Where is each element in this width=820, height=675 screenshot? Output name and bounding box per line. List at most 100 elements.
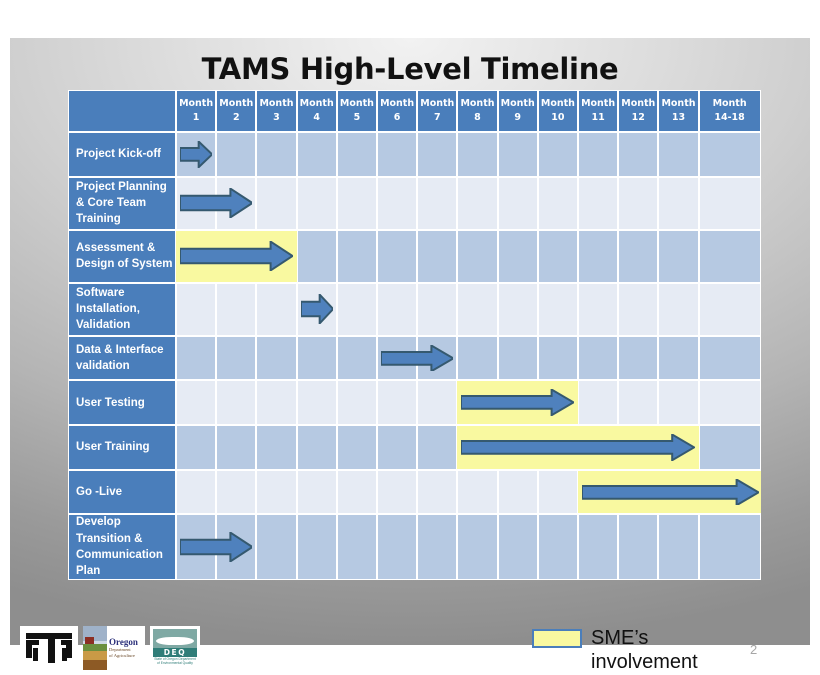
row-label-text: Assessment & Design of System xyxy=(76,241,173,271)
timeline-cell xyxy=(537,282,578,336)
page-title: TAMS High-Level Timeline xyxy=(201,52,619,86)
timeline-cell xyxy=(176,335,217,381)
row-label-text: User Training xyxy=(76,441,150,454)
timeline-cell xyxy=(417,380,458,425)
timeline-cell xyxy=(256,514,297,580)
timeline-cell xyxy=(618,176,659,230)
timeline-cell xyxy=(457,132,498,177)
timeline-cell xyxy=(457,229,498,283)
timeline-cell xyxy=(417,469,458,515)
column-header-line2: 10 xyxy=(551,112,565,123)
column-header-line1: Month xyxy=(540,98,575,110)
timeline-cell xyxy=(256,380,297,425)
gantt-arrow-icon xyxy=(180,241,293,271)
timeline-cell xyxy=(256,335,297,381)
timeline-cell xyxy=(618,132,659,177)
timeline-cell xyxy=(497,514,538,580)
row-label-4: Software Installation, Validation xyxy=(68,282,176,336)
timeline-cell xyxy=(377,514,418,580)
timeline-cell xyxy=(537,176,578,230)
oda-farm-artwork xyxy=(83,626,107,670)
timeline-cell xyxy=(176,425,217,470)
column-header-line2: 6 xyxy=(393,112,401,123)
gantt-arrow-icon xyxy=(381,345,454,372)
timeline-grid: Month 1 Month 2 Month 3 Month 4 Month 5 Month 6 Mont… xyxy=(68,90,772,580)
row-label-6: User Testing xyxy=(68,380,176,425)
timeline-cell xyxy=(176,380,217,425)
column-header-line1: Month xyxy=(661,98,696,110)
column-header-line1: Month xyxy=(299,98,334,110)
timeline-cell xyxy=(578,282,619,336)
gantt-arrow-icon xyxy=(180,188,253,218)
column-header-month-4: Month 4 xyxy=(296,90,337,132)
timeline-cell xyxy=(377,176,418,230)
deq-logo-label: DEQ xyxy=(153,648,197,657)
timeline-cell xyxy=(497,132,538,177)
column-header-line1: Month xyxy=(219,98,254,110)
gantt-arrow-icon xyxy=(461,434,695,461)
timeline-cell xyxy=(658,229,699,283)
row-label-3: Assessment & Design of System xyxy=(68,229,176,283)
timeline-cell xyxy=(377,229,418,283)
timeline-cell xyxy=(256,282,297,336)
legend-label-line1: SME’s xyxy=(591,627,649,649)
column-header-line2: 9 xyxy=(514,112,521,123)
row-label-text: Data & Interface validation xyxy=(76,343,164,373)
timeline-cell xyxy=(658,335,699,381)
timeline-cell xyxy=(377,469,418,515)
timeline-cell xyxy=(417,132,458,177)
timeline-cell xyxy=(336,425,377,470)
column-header-line1: Month xyxy=(259,98,294,110)
oda-logo-line1: Oregon xyxy=(109,636,138,647)
timeline-cell xyxy=(216,282,257,336)
column-header-line1: Month xyxy=(179,98,214,110)
timeline-cell xyxy=(537,514,578,580)
column-header-line2: 12 xyxy=(631,112,645,123)
timeline-table: Month 1 Month 2 Month 3 Month 4 Month 5 Month 6 Mont… xyxy=(68,90,772,580)
timeline-cell xyxy=(578,176,619,230)
timeline-cell xyxy=(296,380,337,425)
column-header-line1: Month xyxy=(500,98,535,110)
row-label-text: User Testing xyxy=(76,396,145,409)
row-label-2: Project Planning & Core Team Training xyxy=(68,176,176,230)
column-header-line2: 13 xyxy=(671,112,686,123)
column-header-month-6: Month 6 xyxy=(377,90,418,132)
timeline-cell xyxy=(336,282,377,336)
legend-label-line2: involvement xyxy=(591,651,698,674)
timeline-cell xyxy=(296,469,337,515)
column-header-month-9: Month 9 xyxy=(497,90,538,132)
timeline-cell xyxy=(176,469,217,515)
timeline-cell xyxy=(417,282,458,336)
timeline-cell xyxy=(578,380,619,425)
timeline-cell xyxy=(698,425,761,470)
gantt-arrow-icon xyxy=(461,389,574,416)
timeline-cell xyxy=(296,514,337,580)
timeline-cell xyxy=(497,335,538,381)
timeline-cell xyxy=(296,229,337,283)
logo-strip: Oregon Department of Agriculture DEQ Sta… xyxy=(20,626,200,670)
timeline-cell xyxy=(296,335,337,381)
column-header-line1: Month xyxy=(380,98,415,110)
column-header-line1: Month xyxy=(420,98,455,110)
row-label-8: Go -Live xyxy=(68,469,176,515)
timeline-cell xyxy=(497,282,538,336)
column-header-line2: 3 xyxy=(273,112,280,123)
timeline-cell xyxy=(377,425,418,470)
row-label-1: Project Kick-off xyxy=(68,132,176,177)
column-header-month-10: Month 10 xyxy=(537,90,578,132)
row-label-text: Develop Transition & Communication Plan xyxy=(76,516,163,578)
timeline-cell xyxy=(698,176,761,230)
timeline-cell xyxy=(216,380,257,425)
deq-logo-icon: DEQ State of Oregon Department of Enviro… xyxy=(150,626,200,670)
timeline-cell xyxy=(537,469,578,515)
timeline-cell xyxy=(578,514,619,580)
column-header-line2: 4 xyxy=(313,112,320,123)
column-header-line1: Month xyxy=(621,98,656,110)
timeline-cell xyxy=(457,335,498,381)
timeline-cell xyxy=(417,176,458,230)
timeline-cell xyxy=(336,229,377,283)
column-header-line2: 14-18 xyxy=(714,112,745,123)
column-header-month-11: Month 11 xyxy=(578,90,619,132)
timeline-cell xyxy=(336,176,377,230)
oda-logo-line3: of Agriculture xyxy=(109,652,135,658)
